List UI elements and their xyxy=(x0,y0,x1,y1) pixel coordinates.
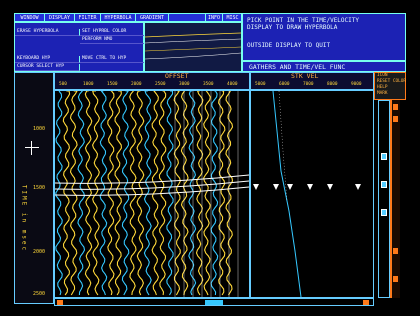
offset-label: OFFSET xyxy=(165,72,189,80)
pick-marker-1[interactable] xyxy=(253,184,259,190)
message-line-3: OUTSIDE DISPLAY TO QUIT xyxy=(247,42,331,49)
offset-tick-2000: 2000 xyxy=(131,82,142,87)
offset-tick-1000: 1000 xyxy=(83,82,94,87)
velocity-tick-6000: 6000 xyxy=(279,82,290,87)
side-menu-mark[interactable]: MARK xyxy=(377,91,388,97)
seismic-trace xyxy=(55,91,63,296)
velocity-tick-9000: 9000 xyxy=(351,82,362,87)
message-line-2: DISPLAY TO DRAW HYPERBOLA xyxy=(247,24,338,31)
gather-display[interactable] xyxy=(54,90,250,298)
panel-title: GATHERS AND TIME/VEL FUNC xyxy=(249,63,346,71)
seismic-trace xyxy=(62,91,71,296)
seismic-trace xyxy=(121,91,130,296)
hyperbola-submenu: ERASE HYPERBOLA SET HYPRBL COLOR PERFORM… xyxy=(14,22,144,72)
pick-marker-5[interactable] xyxy=(327,184,333,190)
time-axis-frame: 1000 1500 2000 2500 TIME in msec xyxy=(14,72,54,304)
crosshair-icon[interactable] xyxy=(25,141,39,155)
velocity-header: STK VEL 5000 6000 7000 8000 9000 xyxy=(250,72,374,90)
time-tick-2500: 2500 xyxy=(33,291,46,297)
offset-tick-3500: 3500 xyxy=(203,82,214,87)
seismic-trace xyxy=(107,91,115,296)
vertical-scrollbar[interactable] xyxy=(378,100,390,298)
scroll-marker-2[interactable] xyxy=(381,181,387,188)
top-menu-bar: WINDOW DISPLAY FILTER HYPERBOLA GRADIENT… xyxy=(14,13,243,23)
seismic-trace xyxy=(92,91,100,296)
velocity-tick-8000: 8000 xyxy=(327,82,338,87)
offset-tick-3000: 3000 xyxy=(179,82,190,87)
orange-marker-2[interactable] xyxy=(393,116,398,122)
erase-hyperbola-button[interactable]: ERASE HYPERBOLA xyxy=(15,29,80,36)
perform-nmo-button[interactable]: PERFORM NMO xyxy=(80,37,144,44)
offset-tick-2500: 2500 xyxy=(155,82,166,87)
side-menu: ICON RESET COLOR HELP MARK xyxy=(374,72,406,100)
pick-marker-2[interactable] xyxy=(273,184,279,190)
message-panel: PICK POINT IN THE TIME/VELOCITY DISPLAY … xyxy=(242,13,406,61)
seismic-trace xyxy=(129,91,137,296)
time-tick-2000: 2000 xyxy=(33,249,46,255)
time-axis-label: TIME in msec xyxy=(20,184,28,253)
seismic-trace xyxy=(136,91,145,296)
seismic-trace xyxy=(210,91,219,296)
seismic-trace xyxy=(84,91,93,296)
offset-tick-4000: 4000 xyxy=(227,82,238,87)
pick-marker-3[interactable] xyxy=(287,184,293,190)
seismic-trace xyxy=(188,91,197,296)
velocity-tick-5000: 5000 xyxy=(255,82,266,87)
seismic-wiggles xyxy=(55,91,249,297)
seismic-trace xyxy=(77,91,86,296)
time-tick-1000: 1000 xyxy=(33,126,46,132)
stacking-velocity-curve xyxy=(272,91,302,297)
set-hyperbola-color-button[interactable]: SET HYPRBL COLOR xyxy=(80,29,144,36)
orange-strip xyxy=(390,100,400,298)
preview-strip xyxy=(144,22,242,72)
preview-curves xyxy=(144,32,242,60)
panel-title-bar: GATHERS AND TIME/VEL FUNC xyxy=(242,61,406,72)
seismic-trace xyxy=(99,91,108,296)
scroll-marker-1[interactable] xyxy=(381,153,387,160)
velocity-display[interactable] xyxy=(250,90,374,298)
offset-tick-1500: 1500 xyxy=(107,82,118,87)
pick-marker-4[interactable] xyxy=(307,184,313,190)
seismic-trace xyxy=(143,91,152,296)
cursor-select-hyp-button[interactable]: CURSOR SELECT HYP xyxy=(15,64,80,71)
offset-tick-500: 500 xyxy=(59,82,67,87)
orange-marker-1[interactable] xyxy=(393,104,398,110)
seismic-trace xyxy=(69,91,78,296)
seismic-trace xyxy=(203,91,211,296)
move-ctrl-to-hyp-button[interactable]: MOVE CTRL TO HYP xyxy=(80,56,144,63)
seismic-trace xyxy=(114,91,122,296)
time-tick-1500: 1500 xyxy=(33,185,46,191)
seismic-trace xyxy=(180,91,189,296)
orange-marker-4[interactable] xyxy=(393,276,398,282)
scroll-thumb[interactable] xyxy=(205,300,223,305)
keyboard-hyp-button[interactable]: KEYBOARD HYP xyxy=(15,56,80,63)
offset-header: OFFSET 500 1000 1500 2000 2500 3000 3500 4000 xyxy=(54,72,250,90)
scroll-right-handle[interactable] xyxy=(363,300,369,305)
orange-marker-3[interactable] xyxy=(393,248,398,254)
scroll-left-handle[interactable] xyxy=(57,300,63,305)
velocity-tick-7000: 7000 xyxy=(303,82,314,87)
seismic-trace xyxy=(218,91,226,296)
pick-marker-6[interactable] xyxy=(355,184,361,190)
seismic-trace xyxy=(151,91,159,296)
scroll-marker-3[interactable] xyxy=(381,209,387,216)
horizontal-scrollbar[interactable] xyxy=(54,298,374,306)
velocity-function xyxy=(272,91,302,297)
velocity-label: STK VEL xyxy=(291,72,319,80)
